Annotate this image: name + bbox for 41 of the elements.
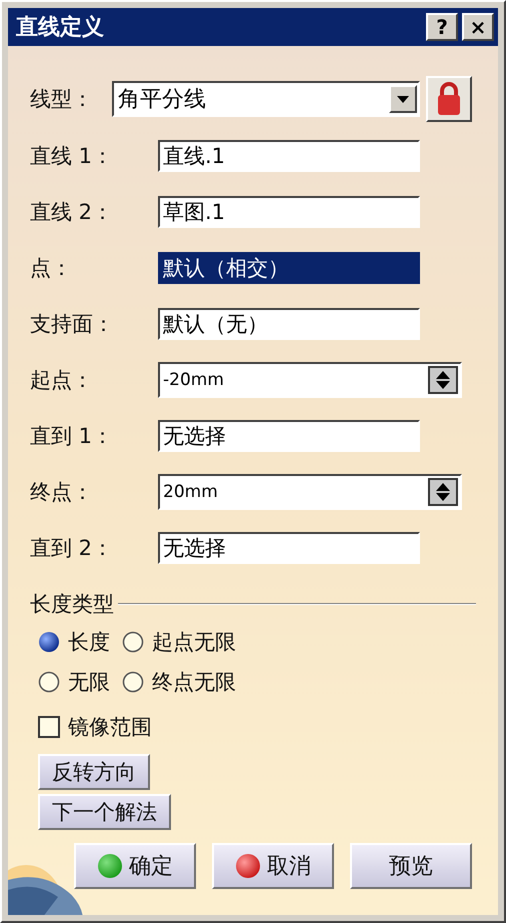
field-label: 直线 1：: [30, 143, 114, 170]
action-button[interactable]: 反转方向: [38, 754, 150, 790]
field-label: 点：: [30, 255, 73, 282]
close-button[interactable]: ×: [462, 13, 494, 41]
spin-button[interactable]: [428, 478, 458, 506]
dialog-button[interactable]: 预览: [350, 843, 472, 889]
ball-icon: [97, 853, 123, 879]
dialog-button[interactable]: 取消: [212, 843, 334, 889]
lock-icon: [436, 82, 462, 116]
window-title: 直线定义: [16, 14, 105, 42]
radio-option[interactable]: 终点无限: [122, 668, 236, 696]
spin-arrows-icon: [435, 482, 451, 502]
radio-option[interactable]: 长度: [38, 628, 110, 656]
spin-field[interactable]: -20mm: [158, 362, 462, 398]
mirror-checkbox[interactable]: 镜像范围: [30, 712, 158, 742]
caret-icon: [397, 96, 409, 102]
ball-icon: [235, 853, 261, 879]
spin-field[interactable]: 20mm: [158, 474, 462, 510]
radio-option[interactable]: 无限: [38, 668, 110, 696]
dialog-button[interactable]: 确定: [74, 843, 196, 889]
field-label: 线型：: [30, 86, 94, 113]
radio-option[interactable]: 起点无限: [122, 628, 236, 656]
input-field[interactable]: 无选择: [158, 532, 420, 564]
input-field[interactable]: 直线.1: [158, 140, 420, 172]
field-label: 直线 2：: [30, 199, 114, 226]
spin-arrows-icon: [435, 370, 451, 390]
field-label: 支持面：: [30, 311, 115, 338]
field-label: 直到 1：: [30, 423, 114, 450]
lock-button[interactable]: [426, 76, 472, 122]
field-label: 直到 2：: [30, 535, 114, 562]
input-field[interactable]: 默认（相交）: [158, 252, 420, 284]
input-field[interactable]: 无选择: [158, 420, 420, 452]
input-field[interactable]: 默认（无）: [158, 308, 420, 340]
field-label: 起点：: [30, 367, 94, 394]
action-button[interactable]: 下一个解法: [38, 794, 171, 830]
line-type-dropdown[interactable]: 角平分线: [112, 81, 420, 117]
help-button[interactable]: ?: [426, 13, 458, 41]
field-label: 终点：: [30, 479, 94, 506]
group-title: 长度类型: [30, 591, 114, 618]
input-field[interactable]: 草图.1: [158, 196, 420, 228]
spin-button[interactable]: [428, 366, 458, 394]
